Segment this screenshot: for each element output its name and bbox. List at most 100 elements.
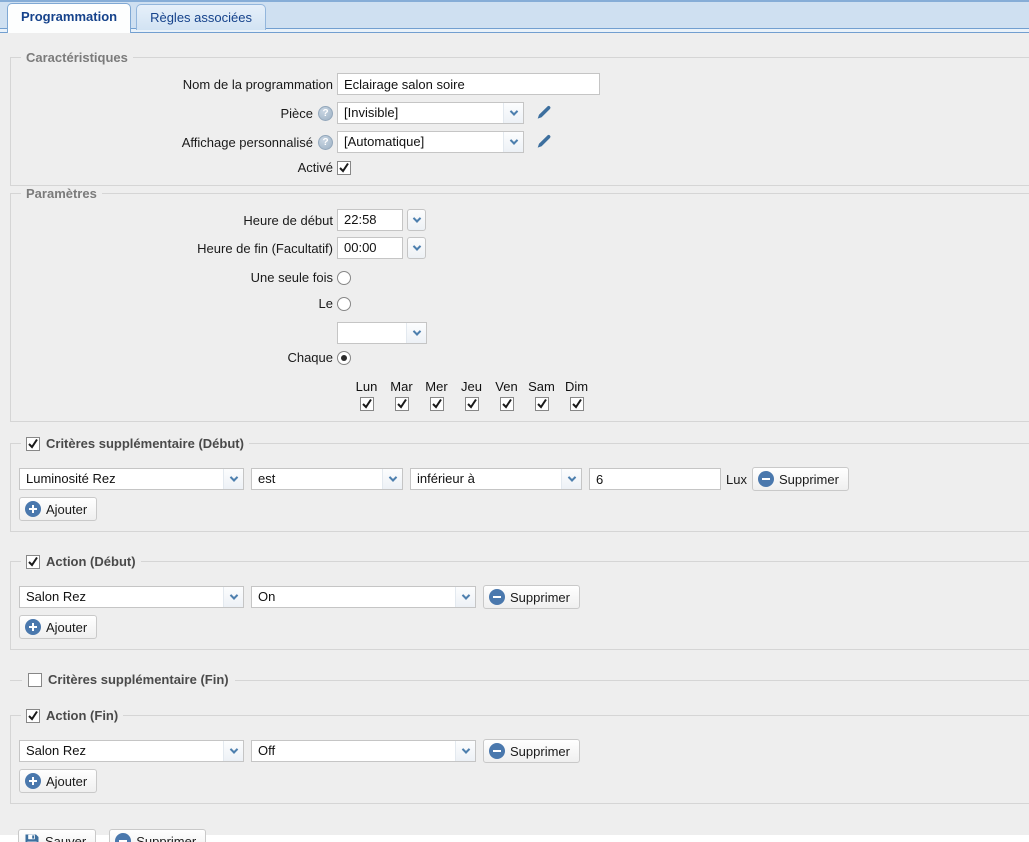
section-action-fin-legend: Action (Fin) — [21, 708, 123, 723]
une-seule-fois-radio[interactable] — [337, 271, 351, 285]
chevron-down-icon[interactable] — [223, 741, 243, 761]
day-label: Mer — [425, 379, 447, 394]
day-column-sam: Sam — [524, 379, 559, 411]
section-criteres-debut-legend: Critères supplémentaire (Début) — [21, 436, 249, 451]
add-criteria-button[interactable]: Ajouter — [19, 497, 97, 521]
minus-icon — [115, 833, 131, 842]
day-column-jeu: Jeu — [454, 379, 489, 411]
plus-icon — [25, 619, 41, 635]
save-icon — [24, 833, 40, 842]
chevron-down-icon[interactable] — [561, 469, 581, 489]
day-column-ven: Ven — [489, 379, 524, 411]
row-heure-debut: Heure de début 22:58 — [19, 209, 1029, 231]
help-icon[interactable]: ? — [318, 135, 333, 150]
day-checkbox[interactable] — [570, 397, 584, 411]
le-label: Le — [19, 296, 337, 311]
active-checkbox[interactable] — [337, 161, 351, 175]
add-action-button[interactable]: Ajouter — [19, 769, 97, 793]
section-parametres-legend: Paramètres — [21, 186, 102, 201]
action-fin-enable-checkbox[interactable] — [26, 709, 40, 723]
delete-action-button[interactable]: Supprimer — [483, 739, 580, 763]
tab-regles-associees[interactable]: Règles associées — [136, 4, 266, 30]
nom-input[interactable] — [337, 73, 600, 95]
criteres-fin-enable-checkbox[interactable] — [28, 673, 42, 687]
chevron-down-icon[interactable] — [503, 103, 523, 123]
chevron-down-icon[interactable] — [223, 469, 243, 489]
action-state-select[interactable]: On — [251, 586, 476, 608]
chevron-down-icon[interactable] — [407, 237, 426, 259]
action-device-value: Salon Rez — [20, 587, 223, 607]
minus-icon — [758, 471, 774, 487]
criteria-comparison-select[interactable]: inférieur à — [410, 468, 582, 490]
delete-action-button[interactable]: Supprimer — [483, 585, 580, 609]
action-row: Salon Rez On Supprimer — [19, 585, 1029, 609]
heure-debut-value: 22:58 — [338, 210, 402, 230]
delete-program-button[interactable]: Supprimer — [109, 829, 206, 842]
day-column-mer: Mer — [419, 379, 454, 411]
affichage-select[interactable]: [Automatique] — [337, 131, 524, 153]
criteria-row: Luminosité Rez est inférieur à Lux Suppr… — [19, 467, 1029, 491]
criteria-verb-select[interactable]: est — [251, 468, 403, 490]
edit-pencil-icon[interactable] — [536, 134, 552, 150]
action-state-value: Off — [252, 741, 455, 761]
plus-icon — [25, 501, 41, 517]
criteria-unit-label: Lux — [726, 472, 747, 487]
day-checkbox[interactable] — [395, 397, 409, 411]
chevron-down-icon[interactable] — [455, 587, 475, 607]
day-checkbox[interactable] — [430, 397, 444, 411]
section-criteres-fin-legend: Critères supplémentaire (Fin) — [22, 672, 235, 687]
chaque-radio[interactable] — [337, 351, 351, 365]
section-action-debut-legend: Action (Début) — [21, 554, 141, 569]
day-checkbox[interactable] — [360, 397, 374, 411]
tab-programmation[interactable]: Programmation — [7, 3, 131, 33]
heure-debut-select[interactable]: 22:58 — [337, 209, 403, 231]
le-date-select[interactable] — [337, 322, 427, 344]
row-affichage: Affichage personnalisé ? [Automatique] — [19, 131, 1029, 153]
nom-label: Nom de la programmation — [19, 77, 337, 92]
action-state-select[interactable]: Off — [251, 740, 476, 762]
chevron-down-icon[interactable] — [503, 132, 523, 152]
day-checkbox[interactable] — [535, 397, 549, 411]
le-radio[interactable] — [337, 297, 351, 311]
piece-select[interactable]: [Invisible] — [337, 102, 524, 124]
action-device-select[interactable]: Salon Rez — [19, 740, 244, 762]
chevron-down-icon[interactable] — [223, 587, 243, 607]
heure-debut-label: Heure de début — [19, 213, 337, 228]
delete-criteria-button[interactable]: Supprimer — [752, 467, 849, 491]
chevron-down-icon[interactable] — [382, 469, 402, 489]
criteria-device-value: Luminosité Rez — [20, 469, 223, 489]
minus-icon — [489, 589, 505, 605]
edit-pencil-icon[interactable] — [536, 105, 552, 121]
criteres-debut-enable-checkbox[interactable] — [26, 437, 40, 451]
active-label: Activé — [19, 160, 337, 175]
chevron-down-icon[interactable] — [406, 323, 426, 343]
help-icon[interactable]: ? — [318, 106, 333, 121]
day-label: Dim — [565, 379, 588, 394]
day-checkbox[interactable] — [465, 397, 479, 411]
day-checkbox[interactable] — [500, 397, 514, 411]
programming-page: Programmation Règles associées Caractéri… — [0, 0, 1029, 842]
le-date-value — [338, 323, 406, 343]
section-action-debut: Action (Début) Salon Rez On Supprimer — [10, 554, 1029, 650]
heure-fin-select[interactable]: 00:00 — [337, 237, 403, 259]
minus-icon — [489, 743, 505, 759]
criteria-device-select[interactable]: Luminosité Rez — [19, 468, 244, 490]
row-le: Le — [19, 296, 1029, 311]
save-button[interactable]: Sauver — [18, 829, 96, 842]
add-action-button[interactable]: Ajouter — [19, 615, 97, 639]
day-label: Lun — [356, 379, 378, 394]
action-device-select[interactable]: Salon Rez — [19, 586, 244, 608]
chevron-down-icon[interactable] — [455, 741, 475, 761]
row-active: Activé — [19, 160, 1029, 175]
chevron-down-icon[interactable] — [407, 209, 426, 231]
day-label: Ven — [495, 379, 517, 394]
day-label: Jeu — [461, 379, 482, 394]
action-state-value: On — [252, 587, 455, 607]
criteria-value-input[interactable] — [589, 468, 721, 490]
row-piece: Pièce ? [Invisible] — [19, 102, 1029, 124]
plus-icon — [25, 773, 41, 789]
action-debut-enable-checkbox[interactable] — [26, 555, 40, 569]
day-column-lun: Lun — [349, 379, 384, 411]
row-nom: Nom de la programmation — [19, 73, 1029, 95]
une-seule-fois-label: Une seule fois — [19, 270, 337, 285]
